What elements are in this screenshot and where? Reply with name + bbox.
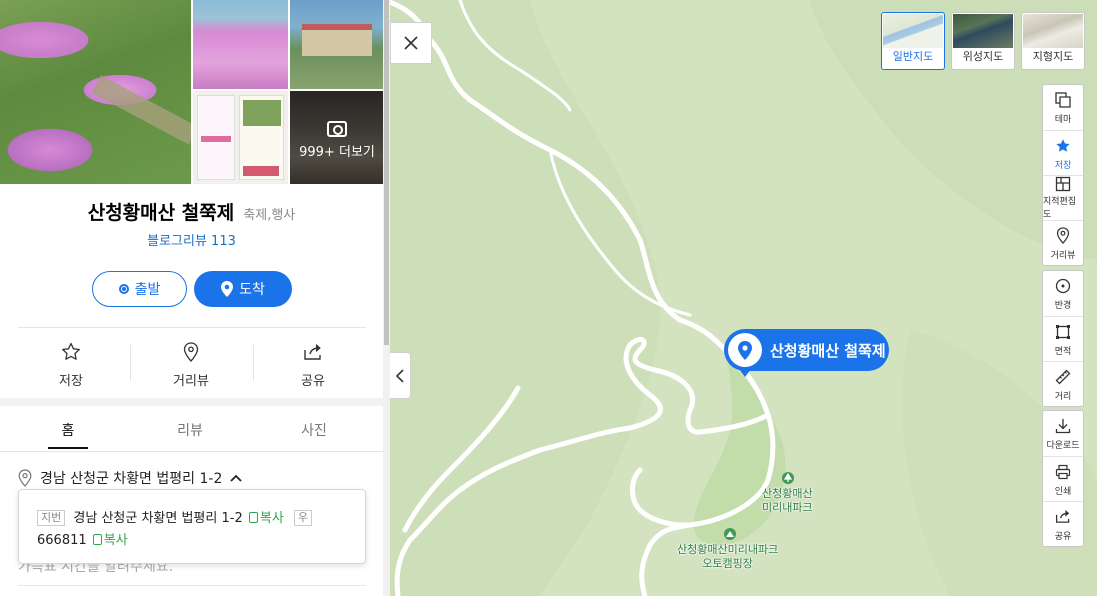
depart-label: 출발 — [134, 282, 161, 298]
camping-icon — [724, 528, 736, 540]
star-icon — [1056, 138, 1070, 152]
close-button[interactable] — [390, 22, 432, 64]
tree-icon — [782, 472, 794, 484]
origin-dot-icon — [118, 284, 129, 294]
flyer-image — [239, 95, 284, 180]
location-pin-outline-icon — [18, 469, 32, 487]
copy-icon — [248, 512, 258, 523]
map-type-terrain[interactable]: 지형지도 — [1021, 12, 1085, 70]
cadastral-tool[interactable]: 지적편집도 — [1043, 175, 1083, 220]
photo-thumb-2[interactable] — [290, 0, 384, 89]
ruler-icon — [1055, 369, 1071, 384]
panel-scrollbar[interactable] — [383, 0, 390, 596]
scrollbar-thumb[interactable] — [384, 0, 389, 345]
copy-jibun-button[interactable]: 복사 — [247, 511, 284, 526]
grid-map-icon — [1055, 176, 1071, 192]
map-type-normal[interactable]: 일반지도 — [881, 12, 945, 70]
copy-zip-button[interactable]: 복사 — [91, 533, 128, 548]
zip-code: 666811 — [37, 533, 87, 548]
roadview-tool[interactable]: 거리뷰 — [1043, 220, 1083, 265]
jibun-tag: 지번 — [37, 510, 66, 526]
radius-tool[interactable]: 반경 — [1043, 271, 1083, 316]
roadview-label: 거리뷰 — [173, 374, 209, 389]
address-summary: 경남 산청군 차황면 법평리 1-2 — [40, 471, 223, 487]
save-action[interactable]: 저장 — [11, 340, 131, 389]
camping-label[interactable]: 산청황매산미리내파크 오토캠핑장 — [677, 543, 778, 571]
area-icon — [1056, 324, 1070, 339]
download-icon — [1055, 419, 1071, 434]
location-pin-icon — [221, 281, 234, 297]
place-marker[interactable]: 산청황매산 철쭉제 — [724, 329, 889, 371]
location-pin-outline-icon — [1056, 227, 1070, 244]
place-category: 축제,행사 — [243, 208, 296, 223]
title-row: 산청황매산 철쭉제 축제,행사 — [0, 198, 383, 225]
map-tools-group-3: 다운로드 인쇄 공유 — [1042, 410, 1084, 547]
map-tools-group-1: 테마 저장 지적편집도 거리뷰 — [1042, 84, 1084, 266]
star-icon — [62, 342, 80, 360]
share-action[interactable]: 공유 — [253, 340, 373, 389]
distance-tool[interactable]: 거리 — [1043, 361, 1083, 406]
flyer-image — [197, 95, 235, 180]
address-row[interactable]: 경남 산청군 차황면 법평리 1-2 — [18, 468, 242, 488]
camera-icon — [327, 121, 347, 137]
photo-thumb-1[interactable] — [193, 0, 288, 89]
roadview-action[interactable]: 거리뷰 — [131, 340, 251, 389]
collapse-panel-button[interactable] — [390, 352, 411, 399]
section-separator — [0, 398, 383, 406]
tab-review[interactable]: 리뷰 — [128, 420, 252, 440]
photo-more-button[interactable]: 999+ 더보기 — [290, 91, 384, 184]
jibun-address: 경남 산청군 차황면 법평리 1-2 — [73, 511, 243, 526]
arrive-button[interactable]: 도착 — [194, 271, 292, 307]
marker-label: 산청황매산 철쭉제 — [770, 341, 886, 360]
share-icon — [1055, 510, 1070, 523]
share-label: 공유 — [301, 374, 325, 389]
arrive-label: 도착 — [239, 282, 265, 298]
place-title: 산청황매산 철쭉제 — [87, 202, 235, 224]
chevron-left-icon — [396, 368, 404, 383]
chevron-up-icon[interactable] — [230, 474, 242, 482]
location-pin-icon — [738, 340, 752, 360]
photo-more-label: 999+ 더보기 — [299, 145, 375, 160]
print-tool[interactable]: 인쇄 — [1043, 456, 1083, 501]
tab-home[interactable]: 홈 — [6, 420, 130, 440]
save-label: 저장 — [59, 374, 83, 389]
active-tab-indicator — [48, 447, 88, 449]
photo-main[interactable] — [0, 0, 191, 184]
copy-icon — [92, 534, 102, 545]
theme-tool[interactable]: 테마 — [1043, 85, 1083, 130]
printer-icon — [1055, 464, 1071, 479]
map-canvas[interactable]: 산청황매산 미리내파크 산청황매산미리내파크 오토캠핑장 — [390, 0, 1097, 596]
address-detail-popup: 지번 경남 산청군 차황면 법평리 1-2 복사 우 666811 복사 — [18, 489, 366, 564]
map-tools-group-2: 반경 면적 거리 — [1042, 270, 1084, 407]
area-tool[interactable]: 면적 — [1043, 316, 1083, 361]
tab-photo[interactable]: 사진 — [252, 420, 376, 440]
share-tool[interactable]: 공유 — [1043, 501, 1083, 546]
divider — [18, 327, 366, 328]
layers-icon — [1055, 92, 1071, 108]
radius-icon — [1055, 278, 1071, 294]
photo-thumb-3[interactable] — [193, 91, 288, 184]
save-tool[interactable]: 저장 — [1043, 130, 1083, 175]
map-type-satellite[interactable]: 위성지도 — [951, 12, 1015, 70]
blog-review-link[interactable]: 블로그리뷰 113 — [0, 230, 383, 249]
zip-tag: 우 — [293, 510, 313, 526]
place-detail-panel: 999+ 더보기 산청황매산 철쭉제 축제,행사 블로그리뷰 113 출발 도착… — [0, 0, 390, 596]
park-label[interactable]: 산청황매산 미리내파크 — [762, 487, 813, 515]
close-icon — [404, 36, 418, 50]
download-tool[interactable]: 다운로드 — [1043, 411, 1083, 456]
location-pin-outline-icon — [183, 342, 199, 362]
map-terrain — [390, 0, 1097, 596]
depart-button[interactable]: 출발 — [92, 271, 187, 307]
share-icon — [304, 344, 321, 360]
